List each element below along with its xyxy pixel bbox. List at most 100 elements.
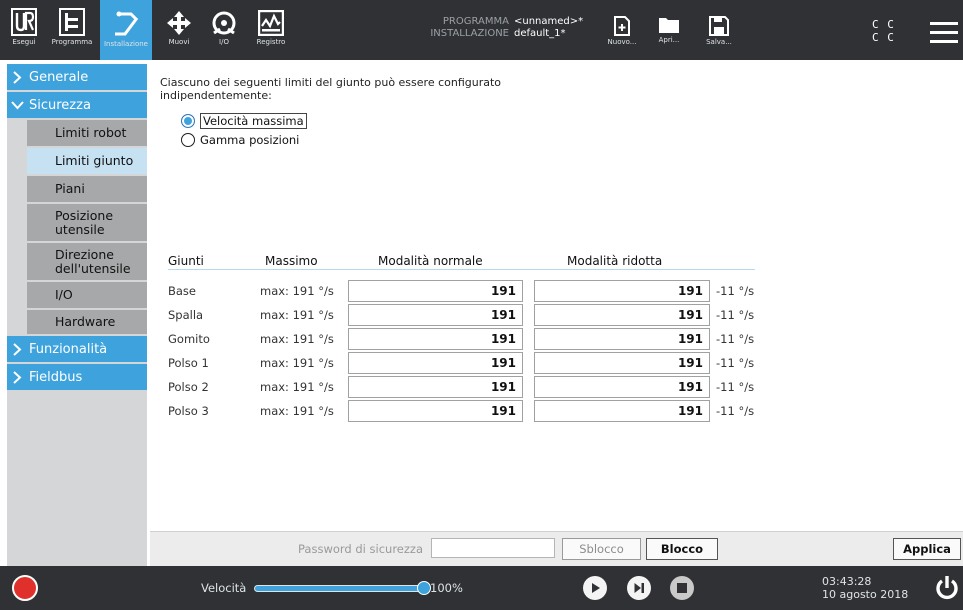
joint-name: Base <box>168 284 197 298</box>
save-program-button[interactable]: Salva... <box>701 0 737 60</box>
open-program-button[interactable]: Apri... <box>654 0 684 60</box>
sidebar-item-sicurezza[interactable]: Sicurezza <box>7 92 147 118</box>
installation-icon <box>115 11 139 36</box>
speed-slider[interactable] <box>254 585 424 592</box>
password-label: Password di sicurezza <box>298 542 423 556</box>
password-input[interactable] <box>431 538 555 558</box>
reduced-speed-input[interactable]: 191 <box>534 280 710 302</box>
speed-slider-handle[interactable] <box>417 581 431 595</box>
table-row: Base max: 191 °/s 191 191 -11 °/s <box>150 280 963 302</box>
sidebar-item-posizione-utensile[interactable]: Posizione utensile <box>27 204 147 241</box>
reduced-speed-input[interactable]: 191 <box>534 400 710 422</box>
reduced-unit: -11 °/s <box>716 356 755 370</box>
nav-muovi[interactable]: Muovi <box>160 0 198 60</box>
intro-text: Ciascuno dei seguenti limiti del giunto … <box>160 76 502 102</box>
normal-speed-input[interactable]: 191 <box>348 352 523 374</box>
clock: 03:43:28 10 agosto 2018 <box>822 575 908 601</box>
chevron-down-icon <box>7 100 27 110</box>
tab-installazione[interactable]: Installazione <box>100 0 152 60</box>
speed-value: 100% <box>430 581 463 595</box>
radio-gamma-label: Gamma posizioni <box>200 133 300 147</box>
open-program-label: Apri... <box>658 36 680 44</box>
nav-io[interactable]: I/O <box>205 0 243 60</box>
normal-speed-input[interactable]: 191 <box>348 304 523 326</box>
reduced-speed-input[interactable]: 191 <box>534 304 710 326</box>
header-giunti: Giunti <box>168 254 204 268</box>
tab-esegui-label: Esegui <box>12 38 36 46</box>
open-folder-icon <box>659 18 679 33</box>
reduced-speed-input[interactable]: 191 <box>534 352 710 374</box>
nav-muovi-label: Muovi <box>168 38 190 46</box>
stop-icon <box>677 583 687 593</box>
joint-max: max: 191 °/s <box>260 356 334 370</box>
bottom-status-bar: Velocità 100% 03:43:28 10 agosto 2018 <box>0 566 963 610</box>
radio-gamma-posizioni[interactable]: Gamma posizioni <box>181 133 299 147</box>
joint-max: max: 191 °/s <box>260 284 334 298</box>
sidebar-item-generale[interactable]: Generale <box>7 64 147 90</box>
step-button[interactable] <box>627 576 651 600</box>
cc-line-2: C C <box>872 31 895 44</box>
tab-programma[interactable]: Programma <box>44 0 100 60</box>
normal-speed-input[interactable]: 191 <box>348 400 523 422</box>
table-row: Polso 2 max: 191 °/s 191 191 -11 °/s <box>150 376 963 398</box>
speed-label: Velocità <box>201 581 247 595</box>
program-name: <unnamed>* <box>514 16 584 27</box>
joint-name: Polso 3 <box>168 404 209 418</box>
robot-status-icon[interactable] <box>12 575 38 601</box>
unlock-button[interactable]: Sblocco <box>562 538 641 560</box>
reduced-unit: -11 °/s <box>716 308 755 322</box>
stop-button[interactable] <box>670 576 694 600</box>
sidebar: Generale Sicurezza Limiti robot Limiti g… <box>7 64 147 566</box>
sidebar-item-direzione-utensile[interactable]: Direzione dell'utensile <box>27 243 147 280</box>
speed-slider-fill <box>255 586 423 591</box>
sidebar-item-label: Limiti robot <box>55 125 127 140</box>
joint-max: max: 191 °/s <box>260 404 334 418</box>
tab-esegui[interactable]: Esegui <box>6 0 42 60</box>
sidebar-item-io[interactable]: I/O <box>27 282 147 308</box>
radio-selected-icon <box>181 114 195 128</box>
installation-name: default_1* <box>514 28 566 39</box>
new-program-button[interactable]: Nuovo... <box>607 0 637 60</box>
move-icon <box>167 11 191 35</box>
table-row: Polso 3 max: 191 °/s 191 191 -11 °/s <box>150 400 963 422</box>
normal-speed-input[interactable]: 191 <box>348 328 523 350</box>
radio-velocita-massima[interactable]: Velocità massima <box>181 113 307 129</box>
reduced-speed-input[interactable]: 191 <box>534 376 710 398</box>
joint-name: Spalla <box>168 308 204 322</box>
program-key: PROGRAMMA <box>442 16 509 27</box>
sidebar-item-hardware[interactable]: Hardware <box>27 310 147 334</box>
new-program-label: Nuovo... <box>607 38 637 46</box>
top-toolbar: Esegui Programma Installazione Muovi I/O… <box>0 0 963 60</box>
sidebar-item-piani[interactable]: Piani <box>27 176 147 202</box>
step-icon <box>634 583 644 593</box>
clock-time: 03:43:28 <box>822 575 872 588</box>
tab-programma-label: Programma <box>51 38 93 46</box>
header-normale: Modalità normale <box>378 254 483 268</box>
sidebar-item-limiti-robot[interactable]: Limiti robot <box>27 120 147 146</box>
normal-speed-input[interactable]: 191 <box>348 376 523 398</box>
clock-date: 10 agosto 2018 <box>822 588 909 601</box>
program-icon <box>59 8 85 36</box>
power-icon[interactable] <box>934 575 960 601</box>
sidebar-item-limiti-giunto[interactable]: Limiti giunto <box>27 148 147 174</box>
sidebar-item-fieldbus[interactable]: Fieldbus <box>7 364 147 390</box>
hamburger-menu-icon[interactable] <box>930 22 958 44</box>
lock-button[interactable]: Blocco <box>646 538 718 560</box>
cc-line-1: C C <box>872 18 895 31</box>
joint-max: max: 191 °/s <box>260 332 334 346</box>
reduced-speed-input[interactable]: 191 <box>534 328 710 350</box>
sidebar-sicurezza-label: Sicurezza <box>29 97 91 113</box>
header-massimo: Massimo <box>265 254 318 268</box>
header-ridotta: Modalità ridotta <box>567 254 663 268</box>
joint-max: max: 191 °/s <box>260 380 334 394</box>
joint-name: Gomito <box>168 332 210 346</box>
play-button[interactable] <box>583 576 607 600</box>
program-info: PROGRAMMA <unnamed>* INSTALLAZIONE defau… <box>425 16 583 40</box>
save-program-label: Salva... <box>706 38 732 46</box>
nav-registro-label: Registro <box>256 38 286 46</box>
nav-registro[interactable]: Registro <box>249 0 293 60</box>
reduced-unit: -11 °/s <box>716 404 755 418</box>
apply-button[interactable]: Applica <box>893 538 961 560</box>
normal-speed-input[interactable]: 191 <box>348 280 523 302</box>
sidebar-item-funzionalita[interactable]: Funzionalità <box>7 336 147 362</box>
